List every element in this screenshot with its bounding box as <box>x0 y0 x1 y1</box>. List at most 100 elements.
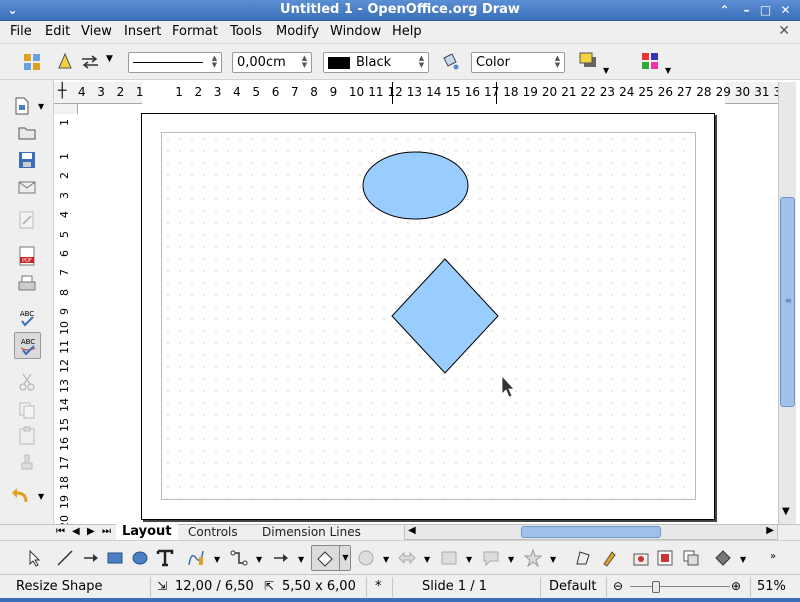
shade-icon[interactable]: ⌃ <box>716 2 733 19</box>
export-pdf-icon[interactable]: PDF <box>17 246 37 266</box>
stars-dropdown-icon[interactable]: ▼ <box>550 555 556 564</box>
symbol-shapes-dropdown-icon[interactable]: ▼ <box>383 555 389 564</box>
auto-spellcheck-button[interactable]: ABC <box>14 332 41 359</box>
new-document-icon[interactable] <box>12 96 32 116</box>
menu-insert[interactable]: Insert <box>124 24 161 39</box>
ellipse-shape[interactable] <box>362 151 469 220</box>
edit-file-icon[interactable] <box>17 210 37 230</box>
flowchart-icon[interactable] <box>440 549 458 567</box>
fontwork-icon[interactable] <box>656 549 674 567</box>
line-style-spinner[interactable]: ▲ ▼ <box>210 55 219 70</box>
horizontal-scrollbar[interactable]: ◀ ▶ <box>404 524 778 540</box>
tab-dimension-lines[interactable]: Dimension Lines <box>256 525 367 541</box>
horizontal-ruler[interactable]: ┼ 4 3 2 1 1 2 3 4 5 6 7 8 9 10 11 12 13 14 15 16 17 18 19 20 21 2… <box>54 82 781 104</box>
select-arrow-icon[interactable] <box>26 549 44 567</box>
paste-icon[interactable] <box>17 426 37 446</box>
spellcheck-icon[interactable]: ABC <box>17 308 37 328</box>
connector-dropdown-icon[interactable]: ▼ <box>256 555 262 564</box>
menu-tools[interactable]: Tools <box>230 24 262 39</box>
tab-layout[interactable]: Layout <box>116 524 178 540</box>
minimize-icon[interactable]: – <box>738 2 755 19</box>
save-icon[interactable] <box>17 150 37 170</box>
scroll-right-icon[interactable]: ▶ <box>766 525 774 536</box>
text-tool-icon[interactable] <box>156 549 174 567</box>
drawing-toolbar-overflow-icon[interactable]: » <box>770 551 776 562</box>
palette-dropdown-icon[interactable]: ▼ <box>665 66 671 75</box>
cut-icon[interactable] <box>17 372 37 392</box>
scroll-left-icon[interactable]: ◀ <box>408 525 416 536</box>
menu-file[interactable]: File <box>10 24 32 39</box>
tab-controls[interactable]: Controls <box>182 525 244 541</box>
callouts-dropdown-icon[interactable]: ▼ <box>508 555 514 564</box>
line-color-select[interactable]: Black ▲ ▼ <box>323 52 429 73</box>
menu-format[interactable]: Format <box>172 24 218 39</box>
zoom-in-icon[interactable]: ⊕ <box>731 579 741 593</box>
block-arrows-icon[interactable] <box>398 549 416 567</box>
open-icon[interactable] <box>17 122 37 142</box>
flowchart-dropdown-icon[interactable]: ▼ <box>466 555 472 564</box>
area-style-select[interactable]: Color ▲ ▼ <box>471 52 565 73</box>
basic-shapes-dropdown-icon[interactable]: ▼ <box>339 546 351 570</box>
rectangle-tool-icon[interactable] <box>106 549 124 567</box>
arrow-style-dropdown-icon[interactable]: ▼ <box>106 54 113 64</box>
symbol-shapes-icon[interactable] <box>357 549 375 567</box>
horizontal-scroll-thumb[interactable] <box>521 526 661 538</box>
zoom-out-icon[interactable]: ⊖ <box>613 579 623 593</box>
status-modified[interactable]: * <box>375 579 382 594</box>
color-palette-icon[interactable] <box>640 51 660 71</box>
line-style-select[interactable]: ▲ ▼ <box>128 52 222 73</box>
status-zoom[interactable]: 51% <box>757 579 786 594</box>
zoom-slider-knob[interactable] <box>651 581 660 593</box>
connector-tool-icon[interactable] <box>230 549 248 567</box>
shadow-dropdown-icon[interactable]: ▼ <box>603 66 609 75</box>
ellipse-tool-icon[interactable] <box>131 549 149 567</box>
vertical-scrollbar[interactable]: ≡ ▼ <box>778 82 796 524</box>
copy-icon[interactable] <box>17 400 37 420</box>
email-icon[interactable] <box>17 177 37 197</box>
block-arrows-dropdown-icon[interactable]: ▼ <box>424 555 430 564</box>
lines-arrows-tool-icon[interactable] <box>272 549 290 567</box>
close-window-icon[interactable]: ✕ <box>777 2 794 19</box>
zoom-slider[interactable] <box>630 586 730 587</box>
last-tab-icon[interactable]: ⏭ <box>102 526 111 537</box>
from-file-icon[interactable] <box>632 549 650 567</box>
menu-modify[interactable]: Modify <box>276 24 319 39</box>
line-arrow-tool-icon[interactable] <box>82 549 100 567</box>
curve-tool-icon[interactable] <box>187 549 205 567</box>
prev-tab-icon[interactable]: ◀ <box>72 526 80 537</box>
arrow-style-icon[interactable] <box>80 52 100 72</box>
undo-dropdown-icon[interactable]: ▼ <box>38 492 44 501</box>
callouts-icon[interactable] <box>482 549 500 567</box>
menu-edit[interactable]: Edit <box>45 24 70 39</box>
alignment-dropdown-icon[interactable]: ▼ <box>740 555 746 564</box>
glue-points-icon[interactable] <box>600 549 618 567</box>
next-tab-icon[interactable]: ▶ <box>87 526 95 537</box>
tab-stop-icon[interactable]: ┼ <box>58 83 66 99</box>
curve-dropdown-icon[interactable]: ▼ <box>214 555 220 564</box>
points-icon[interactable] <box>574 549 592 567</box>
line-width-field[interactable]: 0,00cm ▲ ▼ <box>232 52 312 73</box>
area-fill-icon[interactable] <box>440 52 460 72</box>
clone-formatting-icon[interactable] <box>17 452 37 472</box>
maximize-icon[interactable]: □ <box>757 2 774 19</box>
line-tool-icon[interactable] <box>56 549 74 567</box>
first-tab-icon[interactable]: ⏮ <box>56 526 65 537</box>
lines-arrows-dropdown-icon[interactable]: ▼ <box>298 555 304 564</box>
line-icon[interactable] <box>55 52 75 72</box>
scroll-down-icon[interactable]: ▼ <box>782 506 790 517</box>
undo-icon[interactable] <box>10 486 30 506</box>
menu-window[interactable]: Window <box>330 24 381 39</box>
drawing-canvas[interactable] <box>79 104 778 524</box>
alignment-icon[interactable] <box>714 549 732 567</box>
diamond-shape[interactable] <box>391 258 499 374</box>
vertical-scroll-thumb[interactable]: ≡ <box>780 197 795 407</box>
stars-icon[interactable] <box>524 549 542 567</box>
basic-shapes-button[interactable]: ▼ <box>311 545 351 571</box>
close-document-icon[interactable]: ✕ <box>778 23 790 39</box>
area-style-spinner[interactable]: ▲ ▼ <box>553 55 562 70</box>
vertical-ruler[interactable]: 1 1 2 3 4 5 6 7 8 9 10 11 12 13 14 15 16 17 18 19 20 <box>54 104 78 529</box>
shadow-icon[interactable] <box>578 51 598 71</box>
print-icon[interactable] <box>17 274 37 294</box>
line-color-spinner[interactable]: ▲ ▼ <box>417 55 426 70</box>
styles-icon[interactable] <box>22 52 42 72</box>
